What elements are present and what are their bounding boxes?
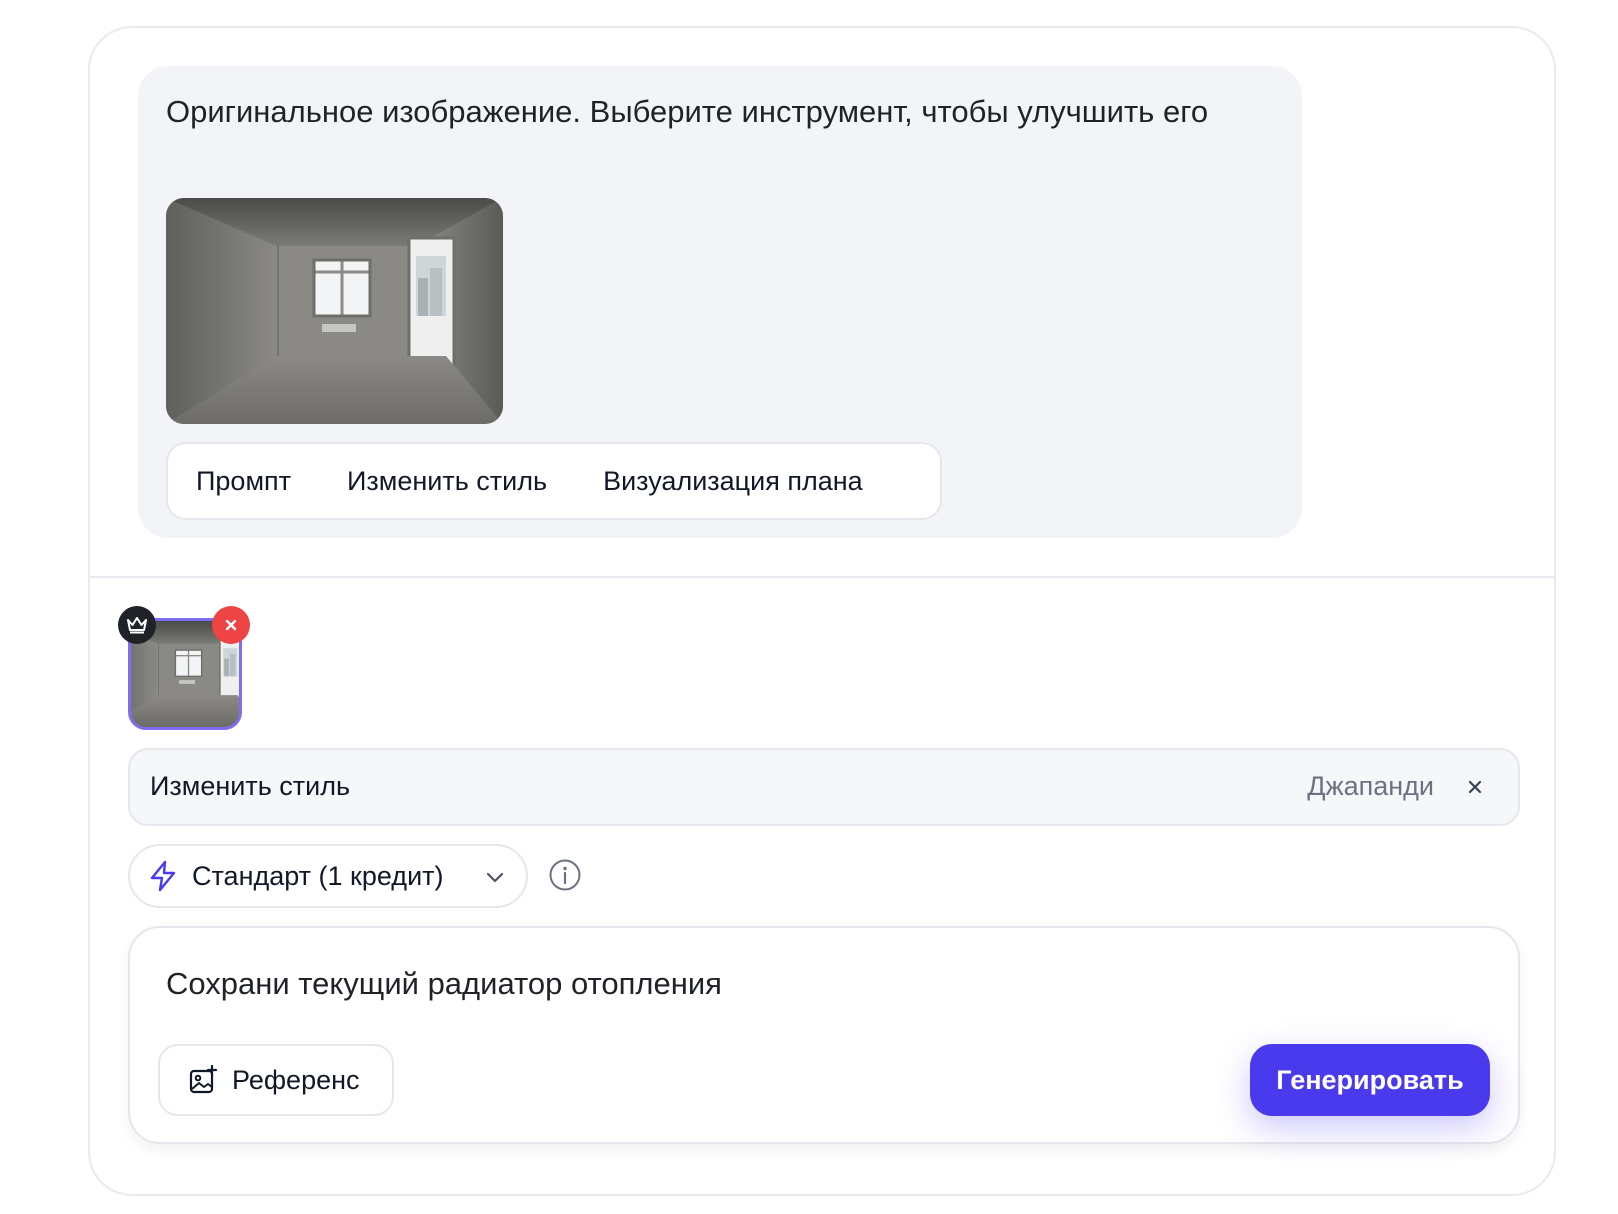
section-divider	[90, 576, 1554, 578]
assistant-message: Оригинальное изображение. Выберите инстр…	[138, 66, 1302, 538]
tool-change-style-button[interactable]: Изменить стиль	[347, 466, 547, 497]
original-image[interactable]	[166, 198, 503, 424]
info-icon[interactable]	[548, 858, 582, 892]
reference-button-label: Референс	[232, 1064, 360, 1095]
quality-mode-select[interactable]: Стандарт (1 кредит)	[128, 844, 528, 908]
close-icon	[225, 619, 237, 631]
clear-style-button[interactable]	[1460, 772, 1490, 802]
chat-panel: Оригинальное изображение. Выберите инстр…	[88, 26, 1556, 1196]
reference-button[interactable]: Референс	[158, 1044, 394, 1116]
prompt-composer: Сохрани текущий радиатор отопления Рефер…	[128, 926, 1520, 1144]
prompt-input[interactable]: Сохрани текущий радиатор отопления	[166, 966, 722, 1002]
style-bar-label: Изменить стиль	[150, 771, 351, 801]
style-bar-value: Джапанди	[1307, 771, 1434, 801]
quality-mode-label: Стандарт (1 кредит)	[192, 860, 444, 891]
room-photo	[166, 198, 503, 424]
close-icon	[1468, 780, 1482, 794]
tool-plan-visualization-button[interactable]: Визуализация плана	[603, 466, 863, 497]
message-text: Оригинальное изображение. Выберите инстр…	[166, 94, 1209, 129]
selected-style-bar: Изменить стиль Джапанди	[128, 748, 1520, 826]
lightning-icon	[150, 860, 176, 892]
crown-icon	[118, 606, 156, 644]
attached-image	[118, 606, 250, 730]
tool-selector: Промпт Изменить стиль Визуализация плана	[166, 442, 942, 520]
tool-prompt-button[interactable]: Промпт	[196, 466, 291, 497]
generate-button[interactable]: Генерировать	[1250, 1044, 1490, 1116]
remove-image-button[interactable]	[212, 606, 250, 644]
add-image-icon	[189, 1065, 218, 1094]
generate-button-label: Генерировать	[1276, 1064, 1464, 1095]
chevron-down-icon	[486, 872, 504, 883]
